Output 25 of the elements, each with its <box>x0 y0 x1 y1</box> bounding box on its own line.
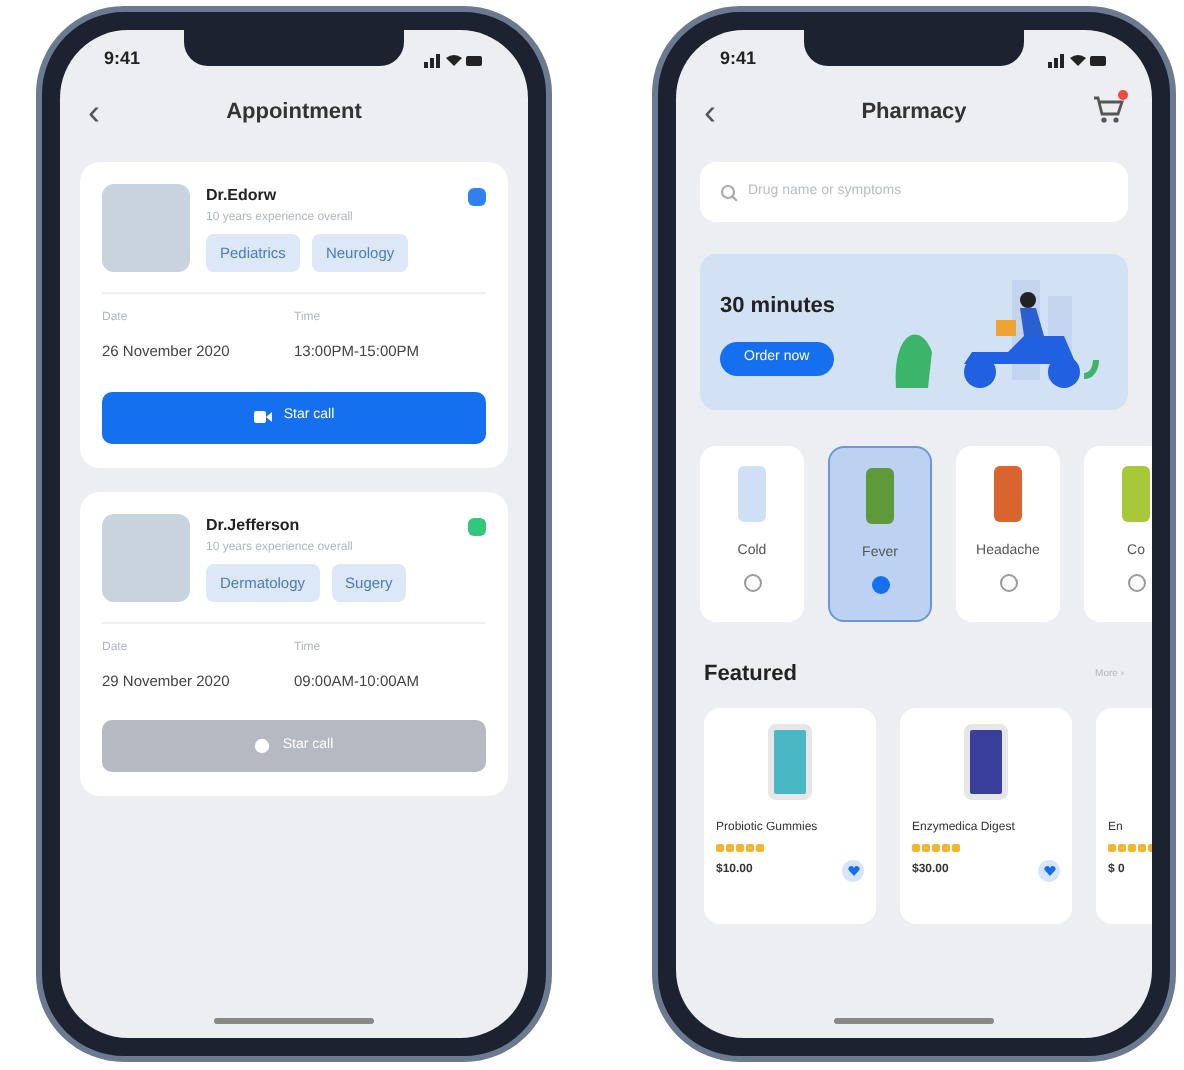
heart-icon <box>1043 865 1055 875</box>
banner-title: 30 minutes <box>720 291 835 321</box>
radio-indicator <box>999 573 1017 591</box>
screen-title: Pharmacy <box>861 97 967 128</box>
add-to-cart-button[interactable] <box>1038 859 1060 881</box>
status-icons <box>424 52 484 68</box>
photo-placeholder <box>102 513 190 601</box>
radio-indicator <box>871 575 889 593</box>
screen-title: Appointment <box>226 97 362 128</box>
doctor-name: Dr.Jefferson <box>206 513 302 537</box>
heart-icon <box>847 865 859 875</box>
status-time: 9:41 <box>104 46 141 73</box>
add-to-cart-button[interactable] <box>842 859 864 881</box>
status-icons <box>1048 52 1108 68</box>
section-title: Featured <box>704 660 797 690</box>
radio-indicator <box>743 573 761 591</box>
back-button[interactable]: ‹ <box>704 94 716 130</box>
doctor-name: Dr.Edorw <box>206 184 279 208</box>
video-icon <box>253 410 272 424</box>
status-time: 9:41 <box>720 46 757 73</box>
cart-icon <box>1092 94 1124 126</box>
back-button[interactable]: ‹ <box>88 94 100 130</box>
search-icon <box>720 183 738 201</box>
radio-indicator <box>1127 573 1145 591</box>
photo-placeholder <box>102 184 190 272</box>
